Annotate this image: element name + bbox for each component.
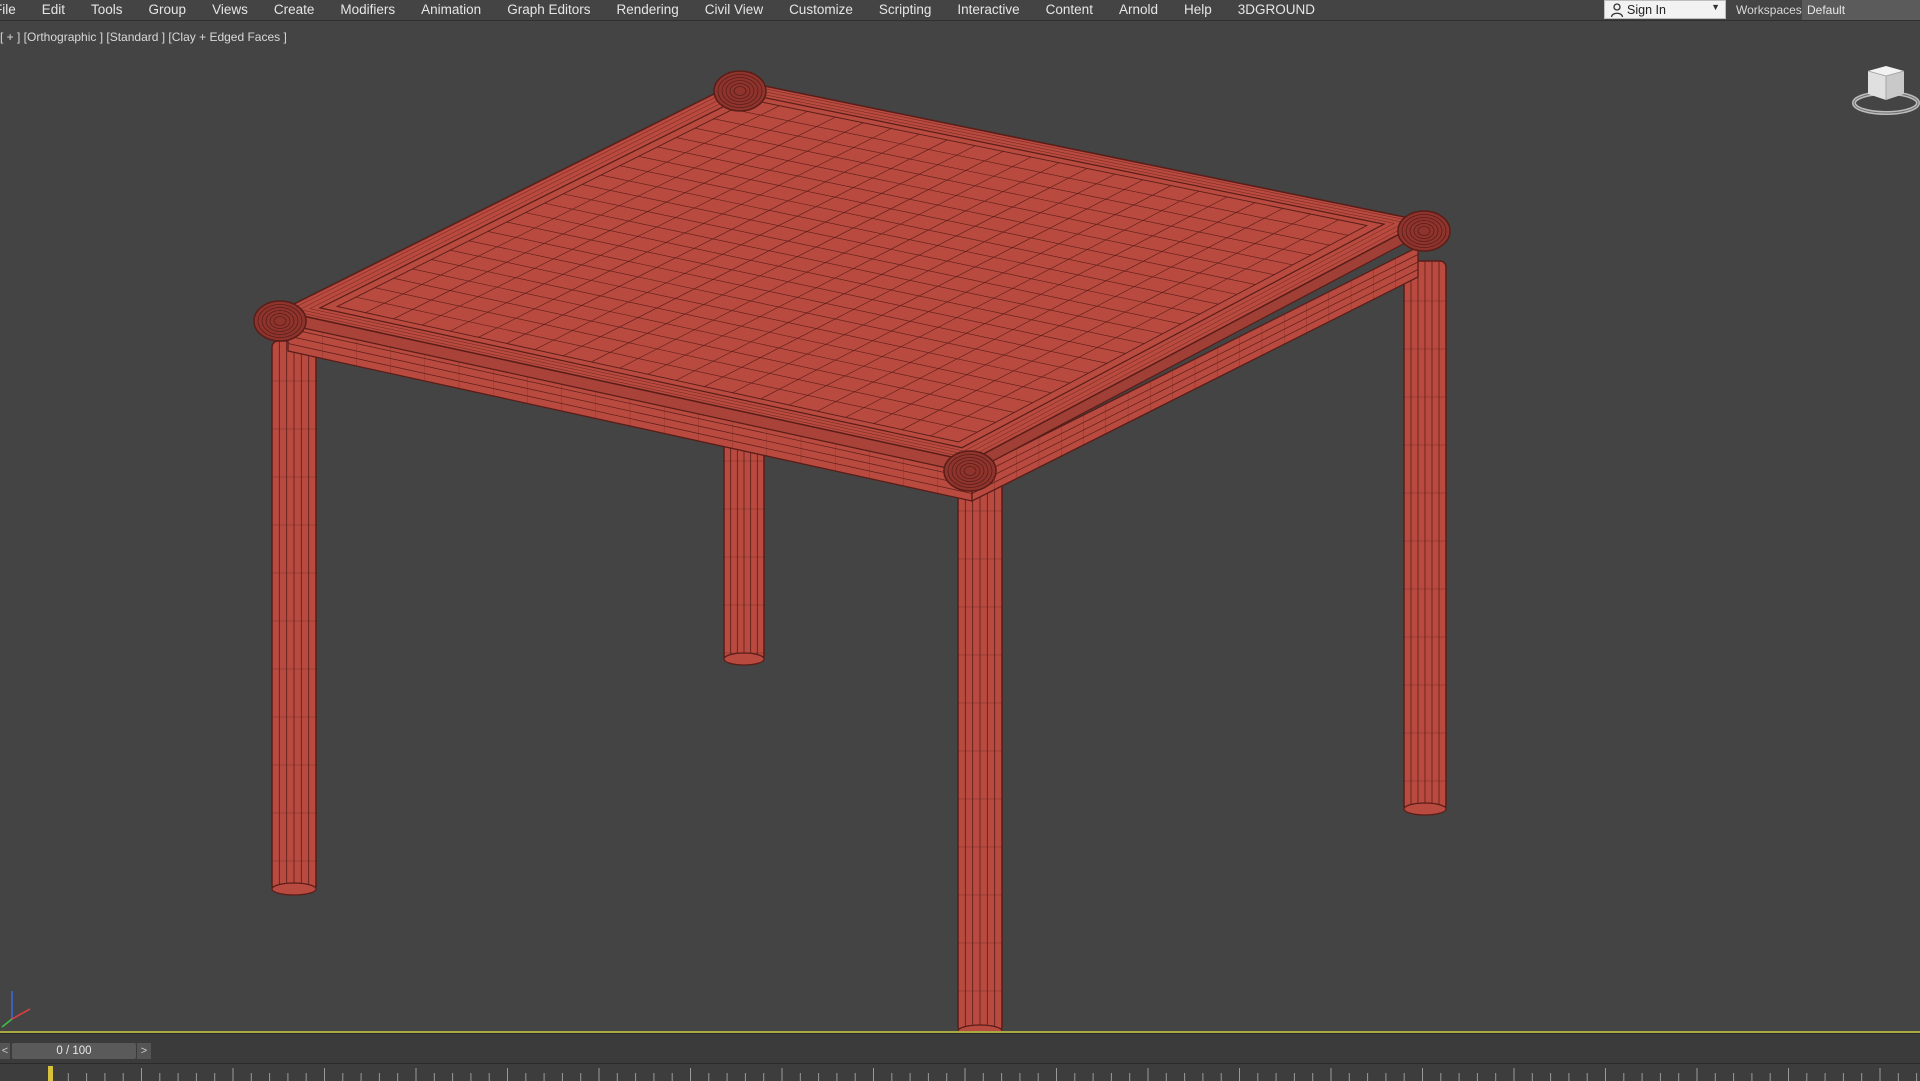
- perspective-viewport[interactable]: [ + ] [Orthographic ] [Standard ] [Clay …: [0, 21, 1920, 1031]
- menu-help[interactable]: Help: [1171, 0, 1225, 20]
- table-leg-left: [271, 340, 317, 896]
- table-leg-back: [723, 420, 765, 666]
- menu-edit[interactable]: Edit: [29, 0, 78, 20]
- menu-3dground[interactable]: 3DGROUND: [1225, 0, 1328, 20]
- viewport-label[interactable]: [ + ] [Orthographic ] [Standard ] [Clay …: [0, 30, 287, 44]
- menu-arnold[interactable]: Arnold: [1106, 0, 1171, 20]
- table-model: [253, 70, 1451, 1031]
- menu-modifiers[interactable]: Modifiers: [327, 0, 408, 20]
- menu-civil-view[interactable]: Civil View: [692, 0, 776, 20]
- workspaces-dropdown[interactable]: Default: [1802, 0, 1920, 20]
- menu-graph-editors[interactable]: Graph Editors: [494, 0, 603, 20]
- time-cursor[interactable]: [48, 1066, 53, 1081]
- menu-views[interactable]: Views: [199, 0, 261, 20]
- menu-tools[interactable]: Tools: [78, 0, 136, 20]
- menu-file[interactable]: File: [0, 0, 29, 20]
- user-icon: [1610, 2, 1624, 17]
- time-slider-bar: < 0 / 100 >: [0, 1033, 1920, 1064]
- menu-content[interactable]: Content: [1033, 0, 1106, 20]
- menu-group[interactable]: Group: [136, 0, 200, 20]
- time-slider[interactable]: 0 / 100: [12, 1043, 136, 1059]
- corner-joint-back: [713, 70, 767, 112]
- track-bar[interactable]: [0, 1063, 1920, 1081]
- menu-rendering[interactable]: Rendering: [604, 0, 692, 20]
- menu-bar: FileEditToolsGroupViewsCreateModifiersAn…: [0, 0, 1920, 21]
- axis-tripod-icon: [1, 991, 31, 1028]
- corner-joint-right: [1397, 210, 1451, 252]
- menu-interactive[interactable]: Interactive: [944, 0, 1032, 20]
- table-leg-right: [1403, 260, 1447, 816]
- next-frame-button[interactable]: >: [137, 1043, 151, 1059]
- sign-in-dropdown[interactable]: Sign In ▼: [1604, 0, 1726, 19]
- track-bar-ticks: [49, 1068, 1918, 1081]
- menu-customize[interactable]: Customize: [776, 0, 866, 20]
- chevron-down-icon: ▼: [1711, 2, 1720, 12]
- sign-in-label: Sign In: [1627, 2, 1666, 17]
- menu-animation[interactable]: Animation: [408, 0, 494, 20]
- workspaces-label: Workspaces:: [1736, 3, 1806, 17]
- table-top: [277, 80, 1427, 474]
- corner-joint-left: [253, 300, 307, 342]
- menu-items: FileEditToolsGroupViewsCreateModifiersAn…: [0, 0, 1328, 20]
- viewcube-icon[interactable]: [1846, 60, 1920, 120]
- prev-frame-button[interactable]: <: [0, 1043, 10, 1059]
- corner-joint-front: [943, 450, 997, 492]
- menu-create[interactable]: Create: [261, 0, 328, 20]
- menu-scripting[interactable]: Scripting: [866, 0, 945, 20]
- table-leg-front: [957, 470, 1003, 1031]
